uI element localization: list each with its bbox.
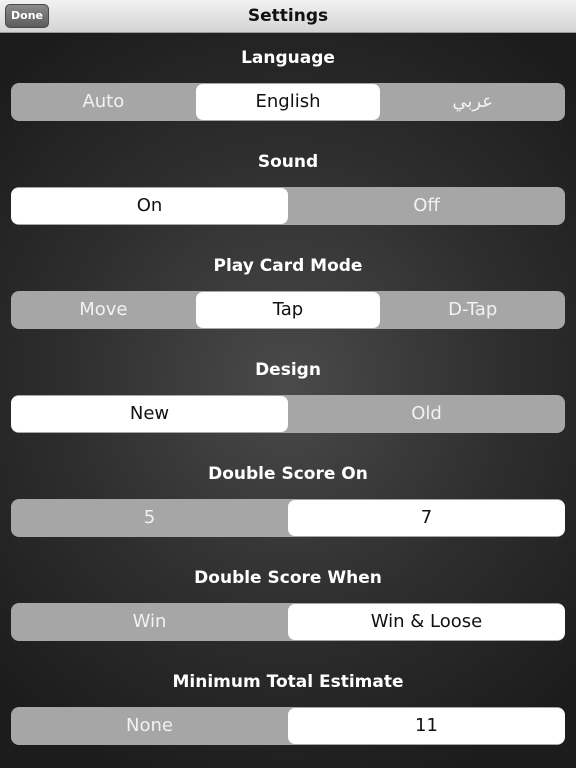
double-score-on-segmented-control: 5 7 <box>11 499 565 537</box>
design-segmented-control: New Old <box>11 395 565 433</box>
language-option-english[interactable]: English <box>195 84 381 120</box>
design-option-new[interactable]: New <box>11 396 288 432</box>
play-card-mode-option-tap[interactable]: Tap <box>195 292 381 328</box>
minimum-total-estimate-segmented-control: None 11 <box>11 707 565 745</box>
language-option-auto[interactable]: Auto <box>11 83 196 121</box>
minimum-total-estimate-option-none[interactable]: None <box>11 707 288 745</box>
sound-option-off[interactable]: Off <box>288 187 565 225</box>
language-title: Language <box>241 48 335 68</box>
page-title: Settings <box>247 6 329 26</box>
design-title: Design <box>255 360 321 380</box>
double-score-on-option-7[interactable]: 7 <box>288 500 565 536</box>
double-score-when-option-win[interactable]: Win <box>11 603 288 641</box>
double-score-when-segmented-control: Win Win & Loose <box>11 603 565 641</box>
double-score-when-title: Double Score When <box>194 568 382 588</box>
play-card-mode-title: Play Card Mode <box>213 256 363 276</box>
double-score-on-option-5[interactable]: 5 <box>11 499 288 537</box>
double-score-when-option-win-and-loose[interactable]: Win & Loose <box>288 604 565 640</box>
navigation-bar: Done Settings <box>0 0 576 33</box>
play-card-mode-segmented-control: Move Tap D-Tap <box>11 291 565 329</box>
language-segmented-control: Auto English عربي <box>11 83 565 121</box>
sound-option-on[interactable]: On <box>11 188 288 224</box>
play-card-mode-option-d-tap[interactable]: D-Tap <box>380 291 565 329</box>
double-score-on-title: Double Score On <box>208 464 368 484</box>
design-option-old[interactable]: Old <box>288 395 565 433</box>
sound-segmented-control: On Off <box>11 187 565 225</box>
language-option-arabic[interactable]: عربي <box>380 83 565 121</box>
play-card-mode-option-move[interactable]: Move <box>11 291 196 329</box>
minimum-total-estimate-title: Minimum Total Estimate <box>172 672 404 692</box>
minimum-total-estimate-option-11[interactable]: 11 <box>288 708 565 744</box>
sound-title: Sound <box>257 152 319 172</box>
